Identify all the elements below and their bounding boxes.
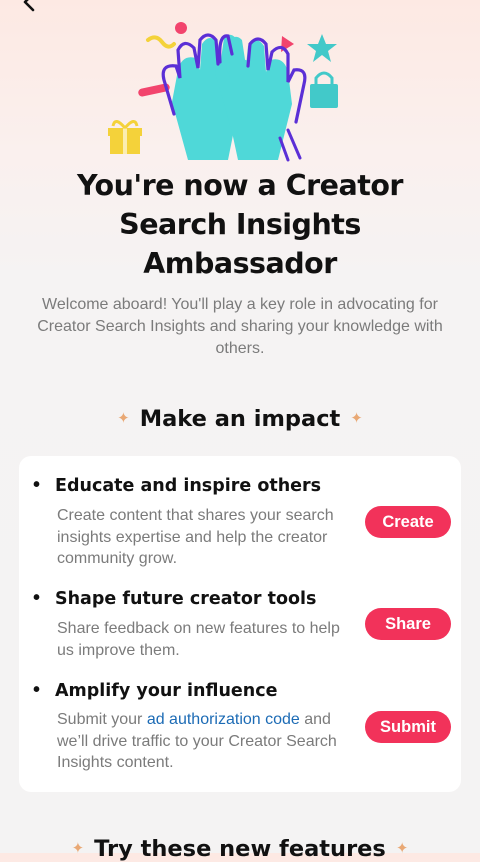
item-title: Shape future creator tools (55, 589, 317, 609)
sparkle-icon: ✦ (71, 838, 85, 857)
share-button[interactable]: Share (365, 608, 451, 640)
impact-card: • Educate and inspire others Create cont… (19, 456, 461, 792)
ad-authorization-code-link[interactable]: ad authorization code (147, 711, 300, 728)
back-arrow-icon (23, 0, 35, 12)
title-line-1: You're now a Creator (77, 169, 404, 202)
page-title: You're now a Creator Search Insights Amb… (30, 166, 450, 283)
shopping-bag-icon (310, 71, 338, 108)
bullet: • (33, 679, 41, 701)
hands (161, 33, 307, 162)
try-features-heading: ✦ Try these new features ✦ (0, 836, 480, 862)
bullet: • (33, 587, 41, 609)
desc-text: Submit your (57, 711, 147, 728)
high-five-illustration (108, 22, 338, 162)
confetti-dot (175, 22, 187, 34)
submit-button[interactable]: Submit (365, 711, 451, 743)
item-description: Create content that shares your search i… (57, 507, 334, 567)
bullet: • (33, 474, 41, 496)
title-line-3: Ambassador (143, 247, 337, 280)
welcome-text: Welcome aboard! You'll play a key role i… (37, 296, 443, 357)
sparkle-icon: ✦ (395, 838, 409, 857)
confetti-squiggle (146, 35, 176, 49)
title-line-2: Search Insights (119, 208, 361, 241)
create-button[interactable]: Create (365, 506, 451, 538)
try-features-label: Try these new features (94, 836, 386, 862)
item-description: Submit your ad authorization code and we… (57, 709, 357, 774)
make-impact-heading: ✦ Make an impact ✦ (0, 406, 480, 432)
star-icon (307, 34, 337, 62)
item-description: Share feedback on new features to help u… (57, 620, 340, 659)
sparkle-icon: ✦ (350, 408, 363, 427)
item-title: Amplify your influence (55, 681, 278, 701)
sparkle-icon: ✦ (117, 408, 130, 427)
make-impact-label: Make an impact (139, 406, 341, 432)
gift-icon (108, 120, 142, 154)
back-button[interactable] (18, 0, 42, 14)
item-title: Educate and inspire others (55, 476, 322, 496)
